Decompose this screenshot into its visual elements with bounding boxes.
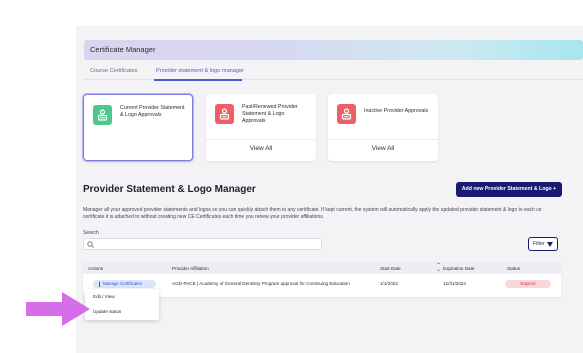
card-divider: [206, 139, 316, 140]
sort-icon[interactable]: ⌃ ⌄: [436, 263, 441, 273]
cursor-icon: [99, 281, 100, 287]
provider-affiliation-cell: AGD-PACE | Academy of General Dentistry …: [172, 281, 350, 286]
filter-triangle-icon: [547, 241, 553, 247]
tab-bar: Course Certificates Provider statement &…: [84, 66, 583, 81]
card-inactive-approvals[interactable]: Inactive Provider Approvals View All: [328, 94, 438, 161]
section-description: Manager all your approved provider state…: [83, 207, 563, 221]
manage-certificates-button[interactable]: Manage Certificates: [93, 280, 156, 288]
column-header-start-date[interactable]: Start Date: [380, 266, 401, 271]
view-all-link[interactable]: View All: [206, 145, 316, 152]
table-header: Actions Provider Affiliation Start Date …: [83, 262, 561, 274]
card-divider: [328, 139, 438, 140]
status-badge: Expired: [505, 280, 551, 288]
filter-button[interactable]: Filter: [528, 237, 558, 251]
certificate-manager-page: Certificate Manager Course Certificates …: [76, 26, 583, 353]
actions-dropdown-menu: Edit / View Update status: [85, 289, 159, 320]
filter-label: Filter: [533, 241, 545, 247]
tab-course-certificates[interactable]: Course Certificates: [90, 68, 138, 74]
card-title: Inactive Provider Approvals: [364, 108, 429, 114]
page-header-banner: Certificate Manager: [84, 40, 583, 60]
card-current-approvals[interactable]: Current Provider Statement & Logo Approv…: [83, 94, 193, 161]
column-header-provider-affiliation: Provider Affiliation: [172, 266, 209, 271]
add-provider-statement-button[interactable]: Add new Provider Statement & Logo +: [456, 182, 562, 197]
description-line: certificate it is attached to without cr…: [83, 214, 325, 220]
menu-item-update-status[interactable]: Update status: [93, 309, 121, 314]
search-input[interactable]: [83, 238, 322, 250]
section-title: Provider Statement & Logo Manager: [83, 184, 256, 195]
column-header-actions: Actions: [88, 266, 104, 271]
search-label: Search: [83, 230, 99, 236]
tab-provider-statement-logo-manager[interactable]: Provider statement & logo manager: [156, 68, 244, 74]
column-header-expiration-date: Expiration Date: [443, 266, 475, 271]
active-tab-indicator: [154, 79, 242, 81]
menu-item-edit-view[interactable]: Edit / View: [93, 294, 115, 299]
card-past-renewed-approvals[interactable]: Past/Renewed Provider Statement & Logo A…: [206, 94, 316, 161]
page-title: Certificate Manager: [90, 45, 156, 54]
view-all-link[interactable]: View All: [328, 145, 438, 152]
card-title: Past/Renewed Provider Statement & Logo A…: [242, 104, 298, 124]
certificate-icon: [215, 104, 234, 124]
start-date-cell: 1/1/2022: [380, 281, 398, 286]
certificate-icon: [337, 104, 356, 124]
card-title: Current Provider Statement & Logo Approv…: [120, 105, 185, 118]
search-icon: [87, 241, 94, 248]
column-header-status: Status: [507, 266, 521, 271]
description-line: Manager all your approved provider state…: [83, 207, 542, 213]
pointer-arrow-icon: [26, 292, 90, 326]
expiration-date-cell: 12/31/2024: [443, 281, 466, 286]
certificate-icon: [93, 105, 112, 125]
manage-certificates-label: Manage Certificates: [103, 281, 143, 286]
